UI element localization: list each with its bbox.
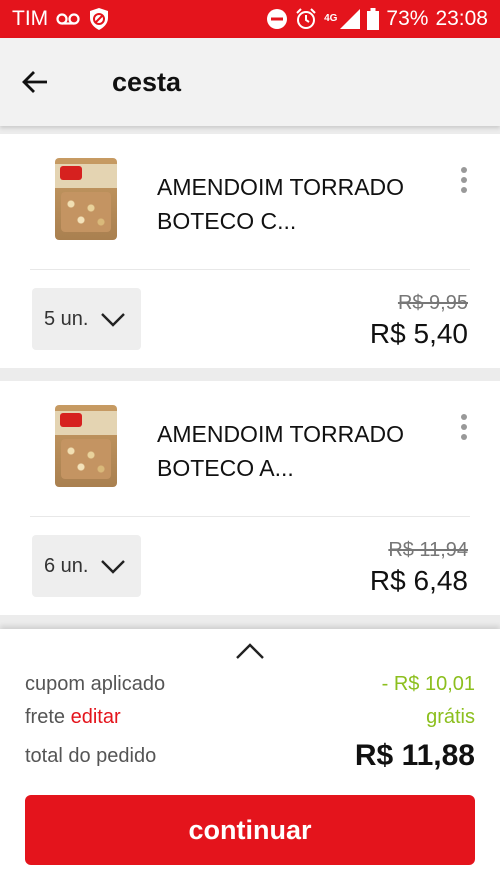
chevron-down-icon [101,557,125,580]
coupon-value: - R$ 10,01 [381,673,475,695]
alarm-icon [295,8,317,30]
product-name[interactable]: AMENDOIM TORRADO BOTECO C... [157,170,447,238]
app-bar: cesta [0,38,500,126]
total-row: total do pedido R$ 11,88 [25,739,475,773]
shipping-row: frete editar grátis [25,706,475,729]
more-vertical-icon [461,414,467,420]
clock: 23:08 [435,7,488,30]
product-image[interactable] [55,158,117,240]
cart-item: AMENDOIM TORRADO BOTECO C... 5 un. R$ 9,… [0,134,500,368]
divider [30,516,470,517]
quantity-value: 6 un. [44,554,89,577]
original-price: R$ 9,95 [397,292,468,314]
voicemail-icon [56,12,80,26]
coupon-label: cupom aplicado [25,673,166,695]
shipping-label: frete [25,706,66,728]
item-price: R$ 6,48 [369,565,468,596]
more-options-button[interactable] [450,160,478,200]
arrow-left-icon [22,70,48,94]
product-image[interactable] [55,405,117,487]
total-label: total do pedido [25,744,157,767]
total-value: R$ 11,88 [354,739,475,772]
quantity-selector[interactable]: 6 un. [32,535,141,597]
carrier-label: TIM [12,7,49,30]
back-button[interactable] [0,38,70,126]
collapse-summary-button[interactable] [230,639,270,663]
edit-shipping-link[interactable]: editar [71,706,121,728]
shield-icon [88,7,110,31]
continue-button[interactable]: continuar [25,795,475,865]
battery-percent: 73% [386,7,429,30]
divider [30,269,470,270]
more-options-button[interactable] [450,407,478,447]
network-type: 4G [324,13,338,24]
chevron-up-icon [236,643,264,659]
chevron-down-icon [101,310,125,333]
page-title: cesta [112,66,182,97]
coupon-row: cupom aplicado - R$ 10,01 [25,673,475,696]
original-price: R$ 11,94 [388,539,468,561]
order-summary: cupom aplicado - R$ 10,01 frete editar g… [0,629,500,890]
signal-icon [340,9,361,29]
more-vertical-icon [461,167,467,173]
status-bar: TIM 4G 73% 23:08 [0,0,500,38]
item-price: R$ 5,40 [369,318,468,349]
quantity-selector[interactable]: 5 un. [32,288,141,350]
product-name[interactable]: AMENDOIM TORRADO BOTECO A... [157,417,447,485]
cart-item: AMENDOIM TORRADO BOTECO A... 6 un. R$ 11… [0,381,500,615]
battery-icon [367,8,380,30]
shipping-value: grátis [426,706,475,728]
quantity-value: 5 un. [44,307,89,330]
do-not-disturb-icon [266,8,288,30]
